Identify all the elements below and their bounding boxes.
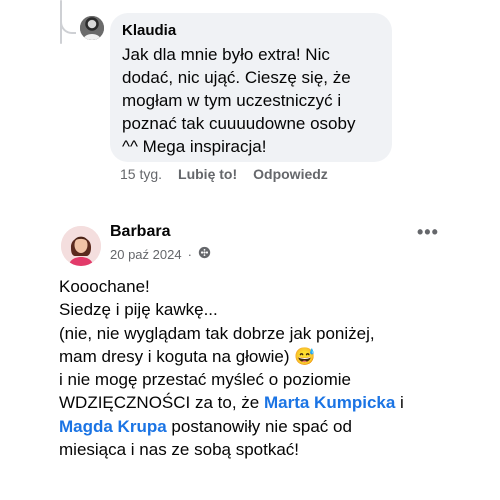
comment-timestamp[interactable]: 15 tyg. [120,165,162,183]
comment-line: poznać tak cuuuudowne osoby [122,114,356,133]
post-author-name[interactable]: Barbara [110,222,170,242]
mention-link-marta[interactable]: Marta Kumpicka [264,393,395,412]
thread-connector-elbow [60,18,76,34]
commenter-avatar[interactable] [80,16,104,40]
post-line-text: WDZIĘCZNOŚCI za to, że [59,393,264,413]
post-line: Siedzę i piję kawkę... [59,300,218,320]
globe-icon[interactable] [198,246,211,264]
commenter-avatar-image [80,16,104,40]
comment-line: Jak dla mnie było extra! Nic [122,45,330,64]
comment-actions: 15 tyg. Lubię to! Odpowiedz [120,165,328,183]
post-meta: 20 paź 2024 · [110,246,211,264]
comment-line: mogłam w tym uczestniczyć i [122,91,342,110]
post-line: miesiąca i nas ze sobą spotkać! [59,440,300,460]
post-line-text: mam dresy i koguta na głowie) [59,346,290,366]
post-line-text: i [395,393,404,413]
comment-line: dodać, nic ująć. Cieszę się, że [122,68,351,87]
post-line: i nie mogę przestać myśleć o poziomie [59,370,351,390]
post-body: Kooochane! Siedzę i piję kawkę... (nie, … [59,275,479,461]
reply-button[interactable]: Odpowiedz [253,165,328,183]
post-line: WDZIĘCZNOŚCI za to, że Marta Kumpicka i [59,391,479,414]
comment-author-name[interactable]: Klaudia [122,21,380,41]
post-author-avatar[interactable] [61,226,101,266]
sweat-smile-emoji: 😅 [294,346,316,366]
post-line: Kooochane! [59,277,150,296]
meta-separator: · [187,247,192,262]
post-line: Magda Krupa postanowiły nie spać od [59,415,479,438]
post-line: mam dresy i koguta na głowie) 😅 [59,345,479,368]
comment-text: Jak dla mnie było extra! Nic dodać, nic u… [122,43,380,158]
mention-link-magda[interactable]: Magda Krupa [59,417,167,436]
post-line: (nie, nie wyglądam tak dobrze jak poniże… [59,323,375,343]
like-button[interactable]: Lubię to! [178,165,237,183]
comment-line: ^^ Mega inspiracja! [122,137,267,156]
post-date[interactable]: 20 paź 2024 [110,246,182,264]
more-options-icon[interactable]: ••• [417,222,439,243]
post-line-text: postanowiły nie spać od [166,416,352,436]
comment-bubble: Klaudia Jak dla mnie było extra! Nic doda… [110,13,392,162]
post-avatar-image [61,226,101,266]
